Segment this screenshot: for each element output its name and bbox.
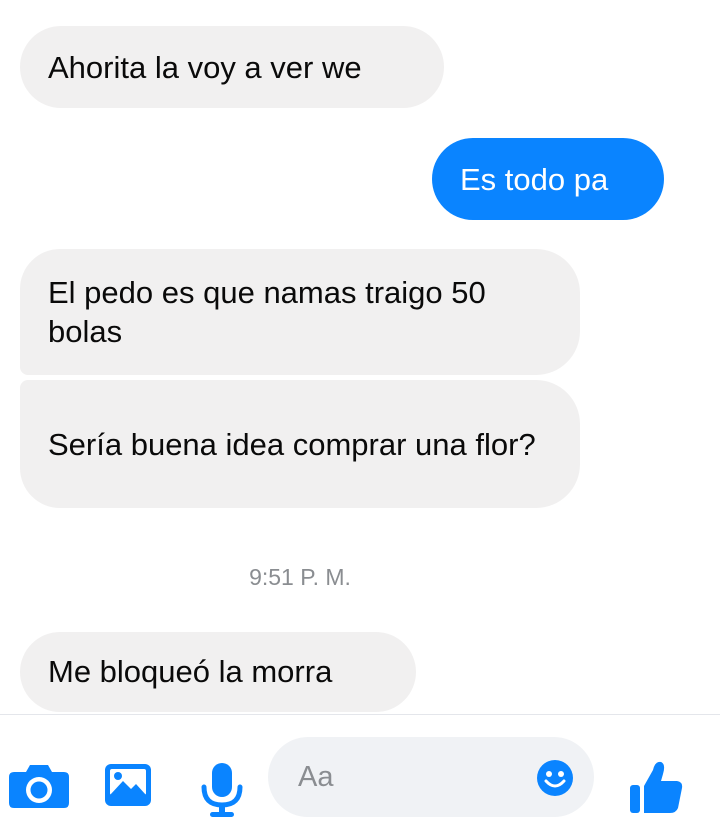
message-text: El pedo es que namas traigo 50 bolas — [48, 275, 486, 349]
message-text: Ahorita la voy a ver we — [48, 49, 362, 85]
image-icon[interactable] — [104, 763, 152, 812]
camera-icon[interactable] — [8, 763, 70, 814]
thumbs-up-icon[interactable] — [628, 759, 684, 820]
message-incoming[interactable]: Sería buena idea comprar una flor? — [20, 380, 580, 508]
message-text: Sería buena idea comprar una flor? — [48, 426, 536, 462]
message-text: Es todo pa — [460, 161, 609, 197]
message-text: Me bloqueó la morra — [48, 654, 333, 689]
microphone-icon[interactable] — [200, 763, 244, 824]
message-input-placeholder: Aa — [298, 761, 334, 793]
message-outgoing[interactable]: Es todo pa — [432, 138, 664, 220]
emoji-icon[interactable] — [536, 759, 574, 802]
message-input[interactable]: Aa — [268, 737, 594, 817]
message-composer: Aa — [0, 714, 720, 831]
message-incoming[interactable]: El pedo es que namas traigo 50 bolas — [20, 249, 580, 375]
message-incoming[interactable]: Ahorita la voy a ver we — [20, 26, 444, 108]
message-timestamp: 9:51 P. M. — [249, 564, 351, 590]
message-incoming[interactable]: Me bloqueó la morra — [20, 632, 416, 712]
